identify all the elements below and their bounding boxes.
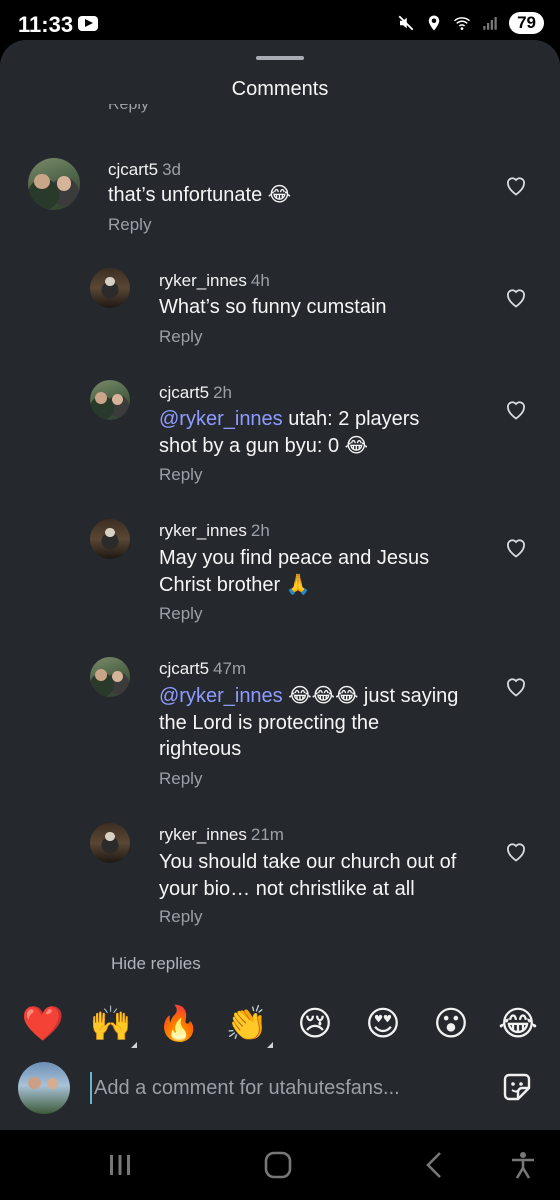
recent-apps-icon[interactable] [105,1150,135,1180]
mention-link[interactable]: @ryker_innes [159,408,283,430]
comment-username[interactable]: ryker_innes 2h [159,521,270,541]
avatar[interactable] [28,158,80,210]
wifi-icon [454,17,471,30]
mention-link[interactable]: @ryker_innes [159,685,283,707]
reaction-heart[interactable]: ❤️ [21,1002,65,1046]
comments-sheet: Comments Reply cjcart5 3d that’s unfortun… [0,40,560,1130]
heart-icon[interactable] [504,286,528,310]
avatar[interactable] [90,823,130,863]
comment-text: May you find peace and Jesus Christ brot… [159,547,430,596]
comment-username[interactable]: cjcart5 3d [108,160,181,180]
heart-icon[interactable] [504,536,528,560]
comment-username[interactable]: cjcart5 2h [159,383,232,403]
reply-button[interactable]: Reply [159,327,202,347]
comment-text: that’s unfortunate 😂 [108,184,292,206]
comment-username[interactable]: ryker_innes 4h [159,271,270,291]
comment-username[interactable]: ryker_innes 21m [159,825,284,845]
reply-button[interactable]: Reply [159,769,202,789]
comment-time: 2h [213,383,232,402]
avatar[interactable] [90,519,130,559]
battery-indicator: 79 [509,12,544,34]
status-icons: 79 [397,12,544,34]
reaction-crying[interactable]: 😢 [293,1002,337,1046]
comment-time: 21m [250,825,284,844]
skin-tone-indicator [131,1042,137,1048]
comment-text: You should take our church out of your b… [159,851,457,900]
back-icon[interactable] [420,1150,450,1180]
avatar[interactable] [90,380,130,420]
system-nav-bar [0,1130,560,1200]
comment-input-row [0,1056,560,1120]
reply-button[interactable]: Reply [159,604,202,624]
skin-tone-indicator [267,1042,273,1048]
reaction-surprised[interactable]: 😮 [429,1002,473,1046]
reply-button[interactable]: Reply [159,465,202,485]
reaction-heart-eyes[interactable]: 😍 [361,1002,405,1046]
heart-icon[interactable] [504,840,528,864]
reply-button[interactable]: Reply [108,215,151,235]
location-icon [428,15,440,31]
status-time: 11:33 [18,12,74,37]
reaction-raised-hands[interactable]: 🙌 [89,1002,137,1048]
comment-input[interactable] [90,1072,486,1104]
partial-reply-button[interactable]: Reply [108,104,149,120]
reaction-fire[interactable]: 🔥 [157,1002,201,1046]
comment-time: 4h [250,271,270,290]
quick-reaction-bar: ❤️ 🙌 🔥 👏 😢 😍 😮 😂 [0,1002,560,1054]
heart-icon[interactable] [504,174,528,198]
hide-replies-button[interactable]: Hide replies [111,954,201,974]
comment-username[interactable]: cjcart5 47m [159,659,246,679]
comment-time: 47m [213,659,247,678]
comment-text: @ryker_innes utah: 2 players shot by a g… [159,408,420,457]
reply-button[interactable]: Reply [159,907,202,927]
heart-icon[interactable] [504,398,528,422]
comment-text: What’s so funny cumstain [159,296,387,318]
sheet-title: Comments [231,78,329,100]
avatar[interactable] [90,268,130,308]
comment-time: 2h [250,521,270,540]
accessibility-icon[interactable] [508,1150,538,1180]
youtube-notification-icon [78,16,98,31]
my-avatar [18,1062,70,1114]
mute-icon [398,15,414,31]
reaction-clap[interactable]: 👏 [225,1002,273,1048]
sticker-icon[interactable] [500,1070,534,1104]
drag-handle[interactable] [256,56,304,60]
reaction-laughing[interactable]: 😂 [496,1002,540,1046]
signal-icon [483,17,497,30]
comment-time: 3d [162,160,181,179]
avatar[interactable] [90,657,130,697]
comment-text: @ryker_innes 😂😂😂 just saying the Lord is… [159,685,459,760]
heart-icon[interactable] [504,675,528,699]
home-icon[interactable] [263,1150,293,1180]
